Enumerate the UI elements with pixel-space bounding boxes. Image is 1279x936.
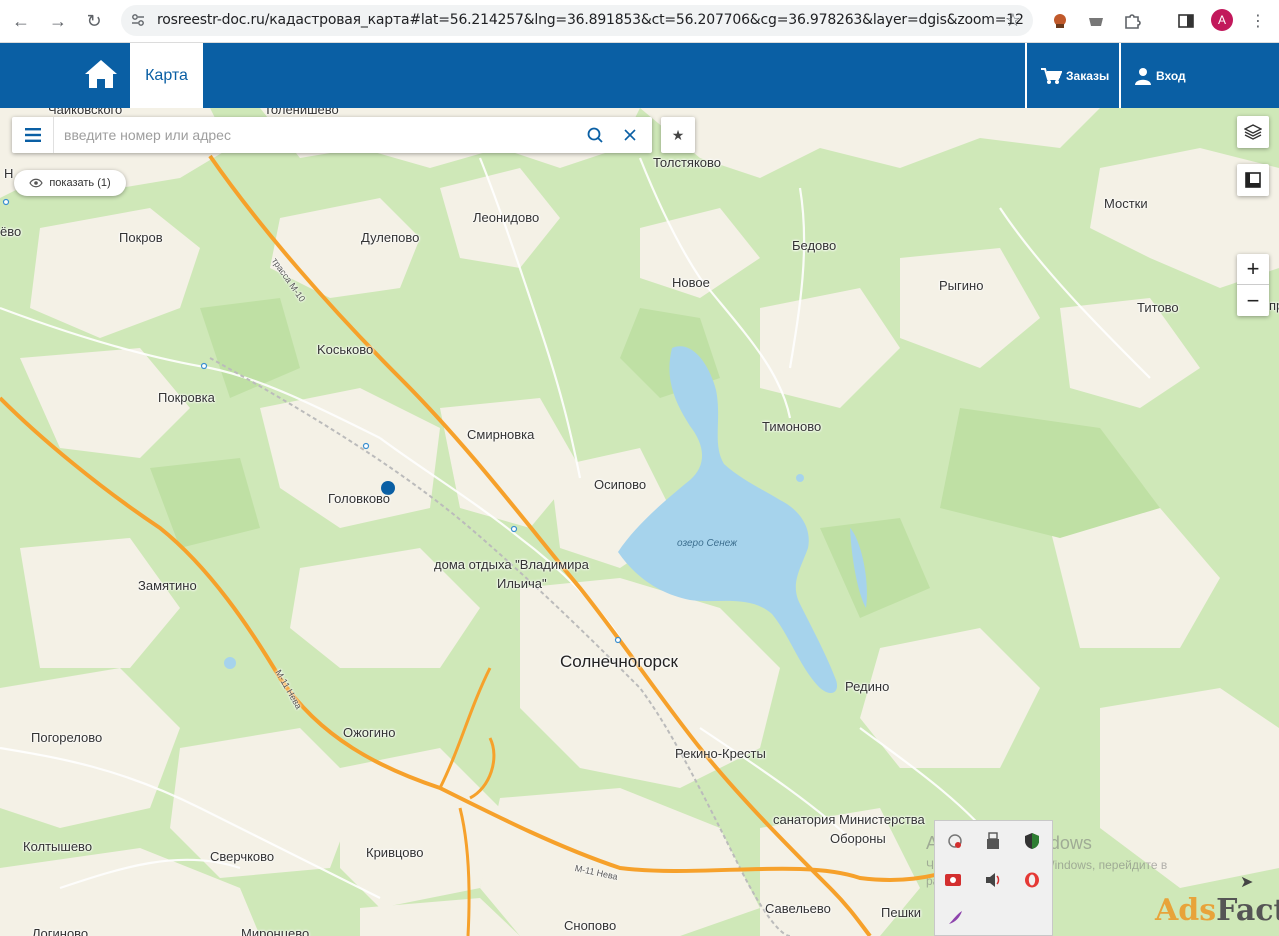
ruler-button[interactable] [1237,164,1269,196]
system-tray-popup [934,820,1053,936]
zoom-in-button[interactable]: + [1237,254,1269,285]
place-label: ёво [0,224,22,239]
feather-icon[interactable] [944,907,966,929]
search-panel [12,117,652,153]
zoom-out-button[interactable]: − [1237,285,1269,316]
place-label: санатория Министерства [773,812,925,827]
place-label: Колтышево [23,839,93,854]
place-label: Обороны [830,831,886,846]
extension-icon[interactable] [1048,9,1072,33]
place-label: Покров [119,230,163,245]
place-label: Титово [1137,300,1179,315]
place-label: Мостки [1104,196,1148,211]
search-input[interactable] [64,125,584,145]
favorites-button[interactable]: ★ [661,117,695,153]
place-label: Головково [328,491,391,506]
place-label: Покровка [158,390,215,405]
site-watermark: AdsFactory [1155,893,1279,928]
record-icon[interactable] [942,869,964,891]
hamburger-icon [24,128,41,142]
extension-icon[interactable] [1084,9,1108,33]
place-label: Толстяково [653,155,722,170]
reload-icon[interactable]: ↻ [81,8,107,34]
navigation-arrow-icon[interactable]: ➤ [1240,872,1253,892]
usb-icon[interactable] [982,830,1004,852]
place-label: Дулепово [361,230,420,245]
url-text[interactable]: rosreestr-doc.ru/кадастровая_карта#lat=5… [157,12,1024,28]
place-label: Толенишево [264,108,339,117]
cart-icon [1041,67,1062,84]
bookmark-star-icon[interactable]: ☆ [1005,10,1021,31]
place-label: дома отдыха "Владимира [434,557,589,572]
place-label: Сноповo [564,918,617,933]
place-label: Тимоново [762,419,822,434]
eye-icon [29,178,44,188]
place-label: Кривцово [366,845,424,860]
layers-icon [1244,124,1262,140]
profile-avatar[interactable]: A [1211,9,1233,31]
header-divider [1025,43,1027,108]
place-label: Новое [672,275,710,290]
map-base-layer [0,108,1279,936]
orders-button[interactable]: Заказы [1040,43,1109,108]
zoom-control: + − [1237,254,1269,316]
place-label: Миронцево [241,926,310,936]
place-label: Рыгино [939,278,984,293]
user-icon [1135,67,1151,85]
watermark-part: Factory [1216,893,1279,928]
place-label: Леонидово [473,210,540,225]
search-icon[interactable] [585,125,605,145]
login-button[interactable]: Вход [1134,43,1186,108]
map-canvas[interactable]: Чайковского Толенишево Толстяково Мостки… [0,108,1279,936]
sync-icon[interactable] [944,830,966,852]
watermark-part: Ads [1155,893,1217,928]
lake-label: озеро Сенеж [677,538,738,549]
home-icon[interactable] [84,57,118,91]
place-label: Н [4,166,14,181]
menu-button[interactable] [12,117,54,153]
place-label: Чайковского [48,108,123,117]
place-label: Логиново [32,926,89,936]
tab-map[interactable]: Карта [130,43,203,108]
place-label: Бедово [792,238,837,253]
place-label: Сверчково [210,849,275,864]
site-settings-icon[interactable] [131,13,145,27]
browser-toolbar: ← → ↻ rosreestr-doc.ru/кадастровая_карта… [0,0,1279,43]
place-label: Ожогино [343,725,396,740]
orders-label: Заказы [1066,68,1110,83]
place-label: Погорелово [31,730,103,745]
place-label: Рекино-Кресты [675,746,766,761]
show-label: показать (1) [49,177,111,189]
login-label: Вход [1156,68,1186,83]
place-label: Смирновка [467,427,535,442]
browser-menu-icon[interactable]: ⋮ [1246,9,1270,33]
volume-icon[interactable] [982,869,1004,891]
header-divider [1119,43,1121,108]
opera-icon[interactable] [1021,869,1043,891]
layers-button[interactable] [1237,116,1269,148]
place-label: Редино [845,679,890,694]
clear-icon[interactable] [620,125,640,145]
place-label: Koськово [317,342,374,357]
side-panel-icon[interactable] [1174,9,1198,33]
forward-icon[interactable]: → [45,8,71,34]
place-label: пр [1269,298,1279,313]
place-label: Савельево [765,901,831,916]
address-bar[interactable]: rosreestr-doc.ru/кадастровая_карта#lat=5… [121,5,1033,36]
place-label: Ильича" [497,576,547,591]
place-label: Осипово [594,477,647,492]
back-icon[interactable]: ← [8,8,34,34]
ruler-icon [1245,172,1261,188]
show-button[interactable]: показать (1) [14,170,126,196]
star-icon: ★ [671,126,685,143]
site-header: Карта Заказы Вход [0,43,1279,108]
place-label: Замятино [138,578,197,593]
extensions-puzzle-icon[interactable] [1120,9,1144,33]
place-label: Пешки [881,905,921,920]
city-label: Солнечногорск [560,652,678,671]
security-shield-icon[interactable] [1021,830,1043,852]
